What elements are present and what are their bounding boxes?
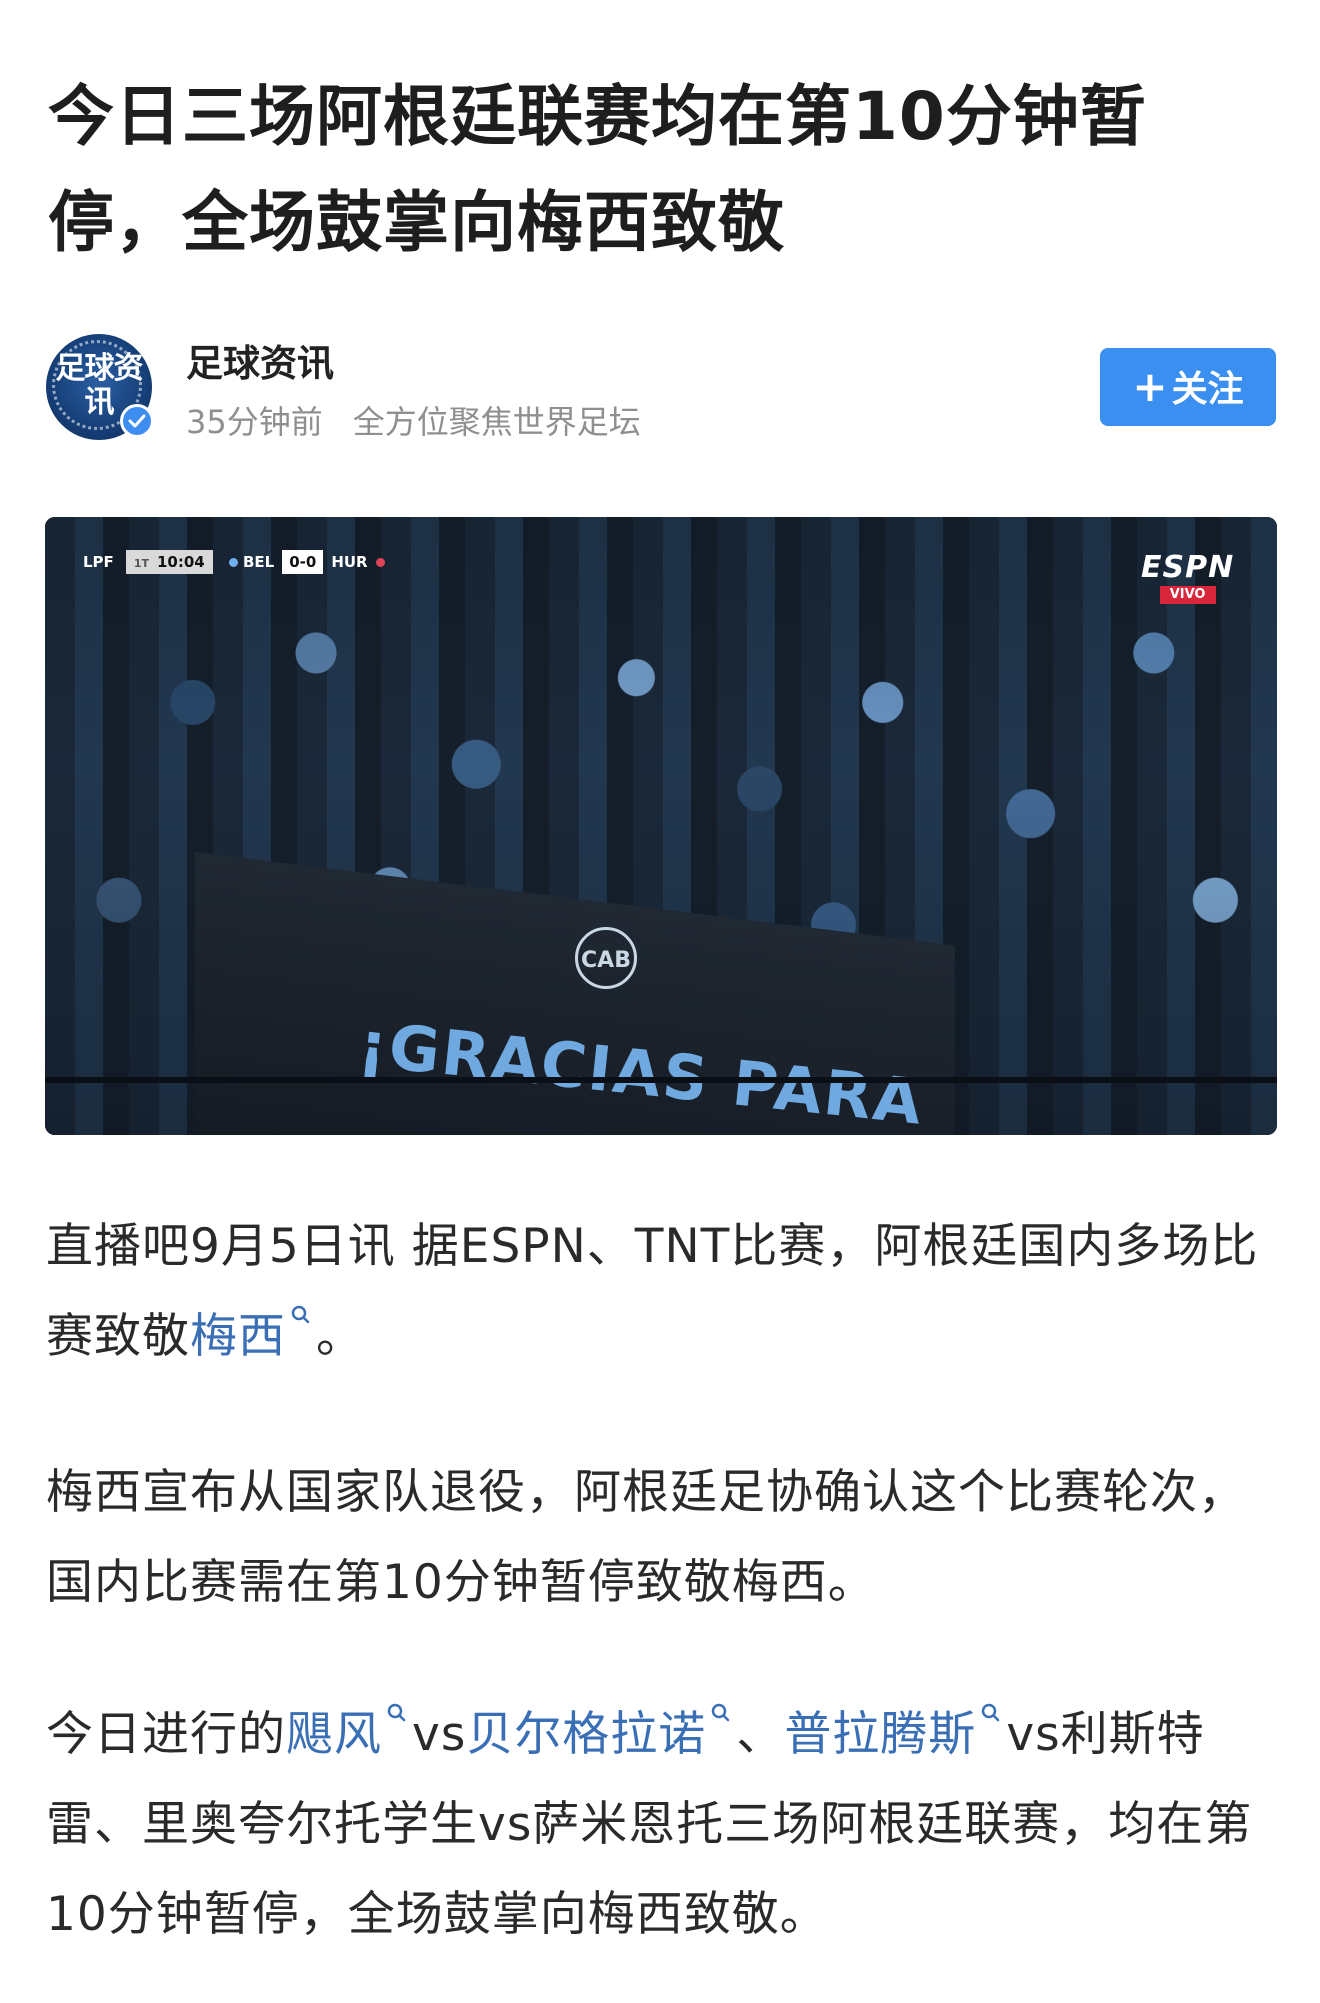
paragraph-2: 梅西宣布从国家队退役，阿根廷足协确认这个比赛轮次，国内比赛需在第10分钟暂停致敬… bbox=[46, 1448, 1280, 1628]
link-club-2[interactable]: 贝尔格拉诺 bbox=[466, 1707, 706, 1762]
paragraph-1-text-b: 。 bbox=[316, 1309, 364, 1364]
article-image[interactable]: CAB ¡GRACIAS PARA LPF 1T 10:04 BEL 0-0 HU… bbox=[45, 517, 1277, 1135]
search-icon[interactable] bbox=[980, 1702, 1000, 1724]
follow-label: 关注 bbox=[1171, 369, 1244, 410]
search-icon[interactable] bbox=[290, 1304, 310, 1326]
search-icon[interactable] bbox=[710, 1702, 730, 1724]
paragraph-3-text-c: 、 bbox=[736, 1707, 785, 1762]
article-page: 今日三场阿根廷联赛均在第10分钟暂停，全场鼓掌向梅西致敬 足球资讯 足球资讯 3… bbox=[0, 0, 1320, 2003]
author-name[interactable]: 足球资讯 bbox=[186, 342, 334, 386]
search-icon[interactable] bbox=[386, 1702, 406, 1724]
author-meta: 35分钟前 全方位聚焦世界足坛 bbox=[186, 400, 641, 444]
live-badge: VIVO bbox=[1159, 586, 1216, 604]
publish-time: 35分钟前 bbox=[186, 403, 323, 441]
follow-button[interactable]: + 关注 bbox=[1100, 348, 1276, 426]
match-clock: 1T 10:04 bbox=[125, 550, 213, 574]
club-crest-icon: CAB bbox=[575, 927, 637, 989]
author-description: 全方位聚焦世界足坛 bbox=[352, 403, 641, 441]
espn-logo: ESPN VIVO bbox=[1141, 553, 1234, 604]
home-team-label: BEL bbox=[242, 553, 275, 571]
away-team: HUR bbox=[323, 553, 392, 571]
article-title: 今日三场阿根廷联赛均在第10分钟暂停，全场鼓掌向梅西致敬 bbox=[48, 78, 1147, 261]
paragraph-3-text-a: 今日进行的 bbox=[46, 1707, 286, 1762]
away-team-label: HUR bbox=[331, 553, 368, 571]
link-messi[interactable]: 梅西 bbox=[190, 1309, 286, 1364]
clock-time: 10:04 bbox=[156, 553, 205, 571]
stand-rail bbox=[45, 1077, 1277, 1083]
home-team: BEL bbox=[213, 553, 282, 571]
away-team-color-icon bbox=[375, 558, 385, 567]
score: 0-0 bbox=[282, 550, 324, 574]
broadcaster-name: ESPN bbox=[1141, 550, 1235, 585]
league-label: LPF bbox=[83, 553, 114, 571]
plus-icon: + bbox=[1132, 362, 1168, 411]
link-club-1[interactable]: 飓风 bbox=[286, 1707, 382, 1762]
half-label: 1T bbox=[133, 557, 149, 570]
paragraph-1: 直播吧9月5日讯 据ESPN、TNT比赛，阿根廷国内多场比赛致敬梅西。 bbox=[46, 1202, 1280, 1382]
verified-icon bbox=[120, 404, 154, 438]
paragraph-3-text-b: vs bbox=[412, 1707, 467, 1762]
scorebug: LPF 1T 10:04 BEL 0-0 HUR bbox=[83, 549, 393, 575]
paragraph-3: 今日进行的飓风 vs贝尔格拉诺 、普拉腾斯 vs利斯特雷、里奥夸尔托学生vs萨米恩托三… bbox=[46, 1690, 1280, 1960]
home-team-color-icon bbox=[228, 558, 238, 567]
paragraph-2-text: 梅西宣布从国家队退役，阿根廷足协确认这个比赛轮次，国内比赛需在第10分钟暂停致敬… bbox=[46, 1465, 1246, 1610]
link-club-3[interactable]: 普拉腾斯 bbox=[784, 1707, 976, 1762]
